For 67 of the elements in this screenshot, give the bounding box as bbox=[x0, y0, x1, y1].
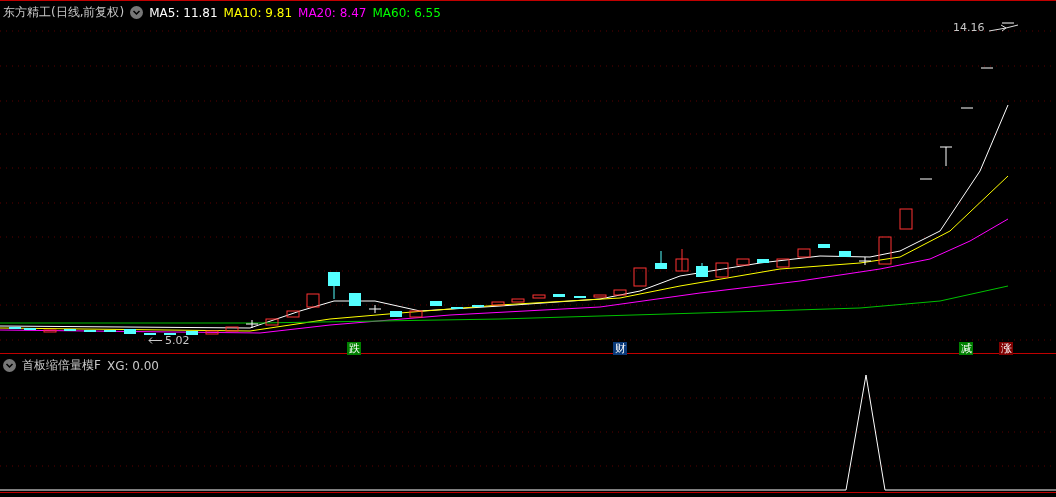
candlestick bbox=[839, 251, 851, 257]
indicator-reading: XG: 0.00 bbox=[106, 358, 159, 373]
candlestick bbox=[553, 294, 565, 297]
candlestick bbox=[472, 305, 484, 307]
candlestick bbox=[491, 301, 505, 306]
candlestick bbox=[919, 178, 933, 180]
high-price-label: 14.16 bbox=[953, 21, 985, 34]
candlestick bbox=[511, 298, 525, 303]
moving-average-reading: MA5: 11.81 bbox=[149, 5, 218, 20]
candlestick bbox=[205, 330, 219, 335]
candlestick bbox=[757, 259, 769, 263]
moving-average-reading: MA10: 9.81 bbox=[223, 5, 293, 20]
event-marker[interactable]: 财 bbox=[613, 342, 627, 355]
candlestick bbox=[43, 329, 57, 333]
candlestick bbox=[390, 311, 402, 317]
candlestick bbox=[368, 304, 382, 314]
candlestick bbox=[430, 301, 442, 306]
candlestick bbox=[124, 329, 136, 334]
candlestick bbox=[409, 310, 423, 318]
moving-average-reading: MA20: 8.47 bbox=[298, 5, 367, 20]
chevron-down-icon[interactable] bbox=[3, 359, 16, 372]
candlestick bbox=[939, 146, 953, 167]
candlestick bbox=[451, 307, 463, 309]
moving-average-reading: MA60: 6.55 bbox=[372, 5, 441, 20]
candlestick bbox=[225, 326, 239, 332]
candlestick bbox=[960, 107, 974, 109]
indicator-title: 首板缩倍量模F bbox=[22, 357, 101, 374]
candlestick bbox=[265, 318, 279, 326]
candlestick bbox=[797, 248, 811, 258]
event-marker[interactable]: 跌 bbox=[347, 342, 361, 355]
candlestick bbox=[776, 258, 790, 268]
candlestick bbox=[245, 319, 259, 329]
candlestick bbox=[593, 294, 607, 298]
candlestick bbox=[980, 67, 994, 69]
pointer-arrow-icon bbox=[148, 337, 162, 344]
candlestick bbox=[613, 289, 627, 296]
event-marker[interactable]: 减 bbox=[959, 342, 973, 355]
candlestick bbox=[328, 271, 340, 300]
candlestick bbox=[818, 244, 830, 248]
low-price-label: 5.02 bbox=[165, 334, 190, 347]
pointer-arrow-icon bbox=[987, 23, 1018, 32]
stock-title: 东方精工(日线,前复权) bbox=[3, 4, 125, 21]
candlestick bbox=[675, 248, 689, 272]
candlestick bbox=[696, 262, 708, 278]
candlestick bbox=[286, 310, 300, 318]
candlestick bbox=[574, 296, 586, 298]
candlestick bbox=[633, 267, 647, 287]
candlestick bbox=[64, 329, 76, 331]
candlestick bbox=[84, 330, 96, 332]
candlestick bbox=[24, 328, 36, 330]
candlestick bbox=[104, 330, 116, 332]
candlestick bbox=[736, 258, 750, 266]
candlestick bbox=[532, 294, 546, 299]
candlestick bbox=[1001, 22, 1015, 24]
candlestick bbox=[306, 293, 320, 308]
chevron-down-icon[interactable] bbox=[130, 6, 144, 19]
candlestick bbox=[349, 293, 361, 306]
candlestick bbox=[144, 333, 156, 335]
candlestick bbox=[655, 250, 667, 270]
candlestick bbox=[858, 256, 872, 266]
candlestick bbox=[186, 331, 198, 335]
event-marker[interactable]: 涨 bbox=[999, 342, 1013, 355]
candlestick bbox=[878, 236, 892, 265]
candlestick bbox=[899, 208, 913, 230]
candlestick bbox=[9, 327, 21, 329]
candlestick bbox=[164, 333, 176, 335]
candlestick bbox=[715, 262, 729, 278]
